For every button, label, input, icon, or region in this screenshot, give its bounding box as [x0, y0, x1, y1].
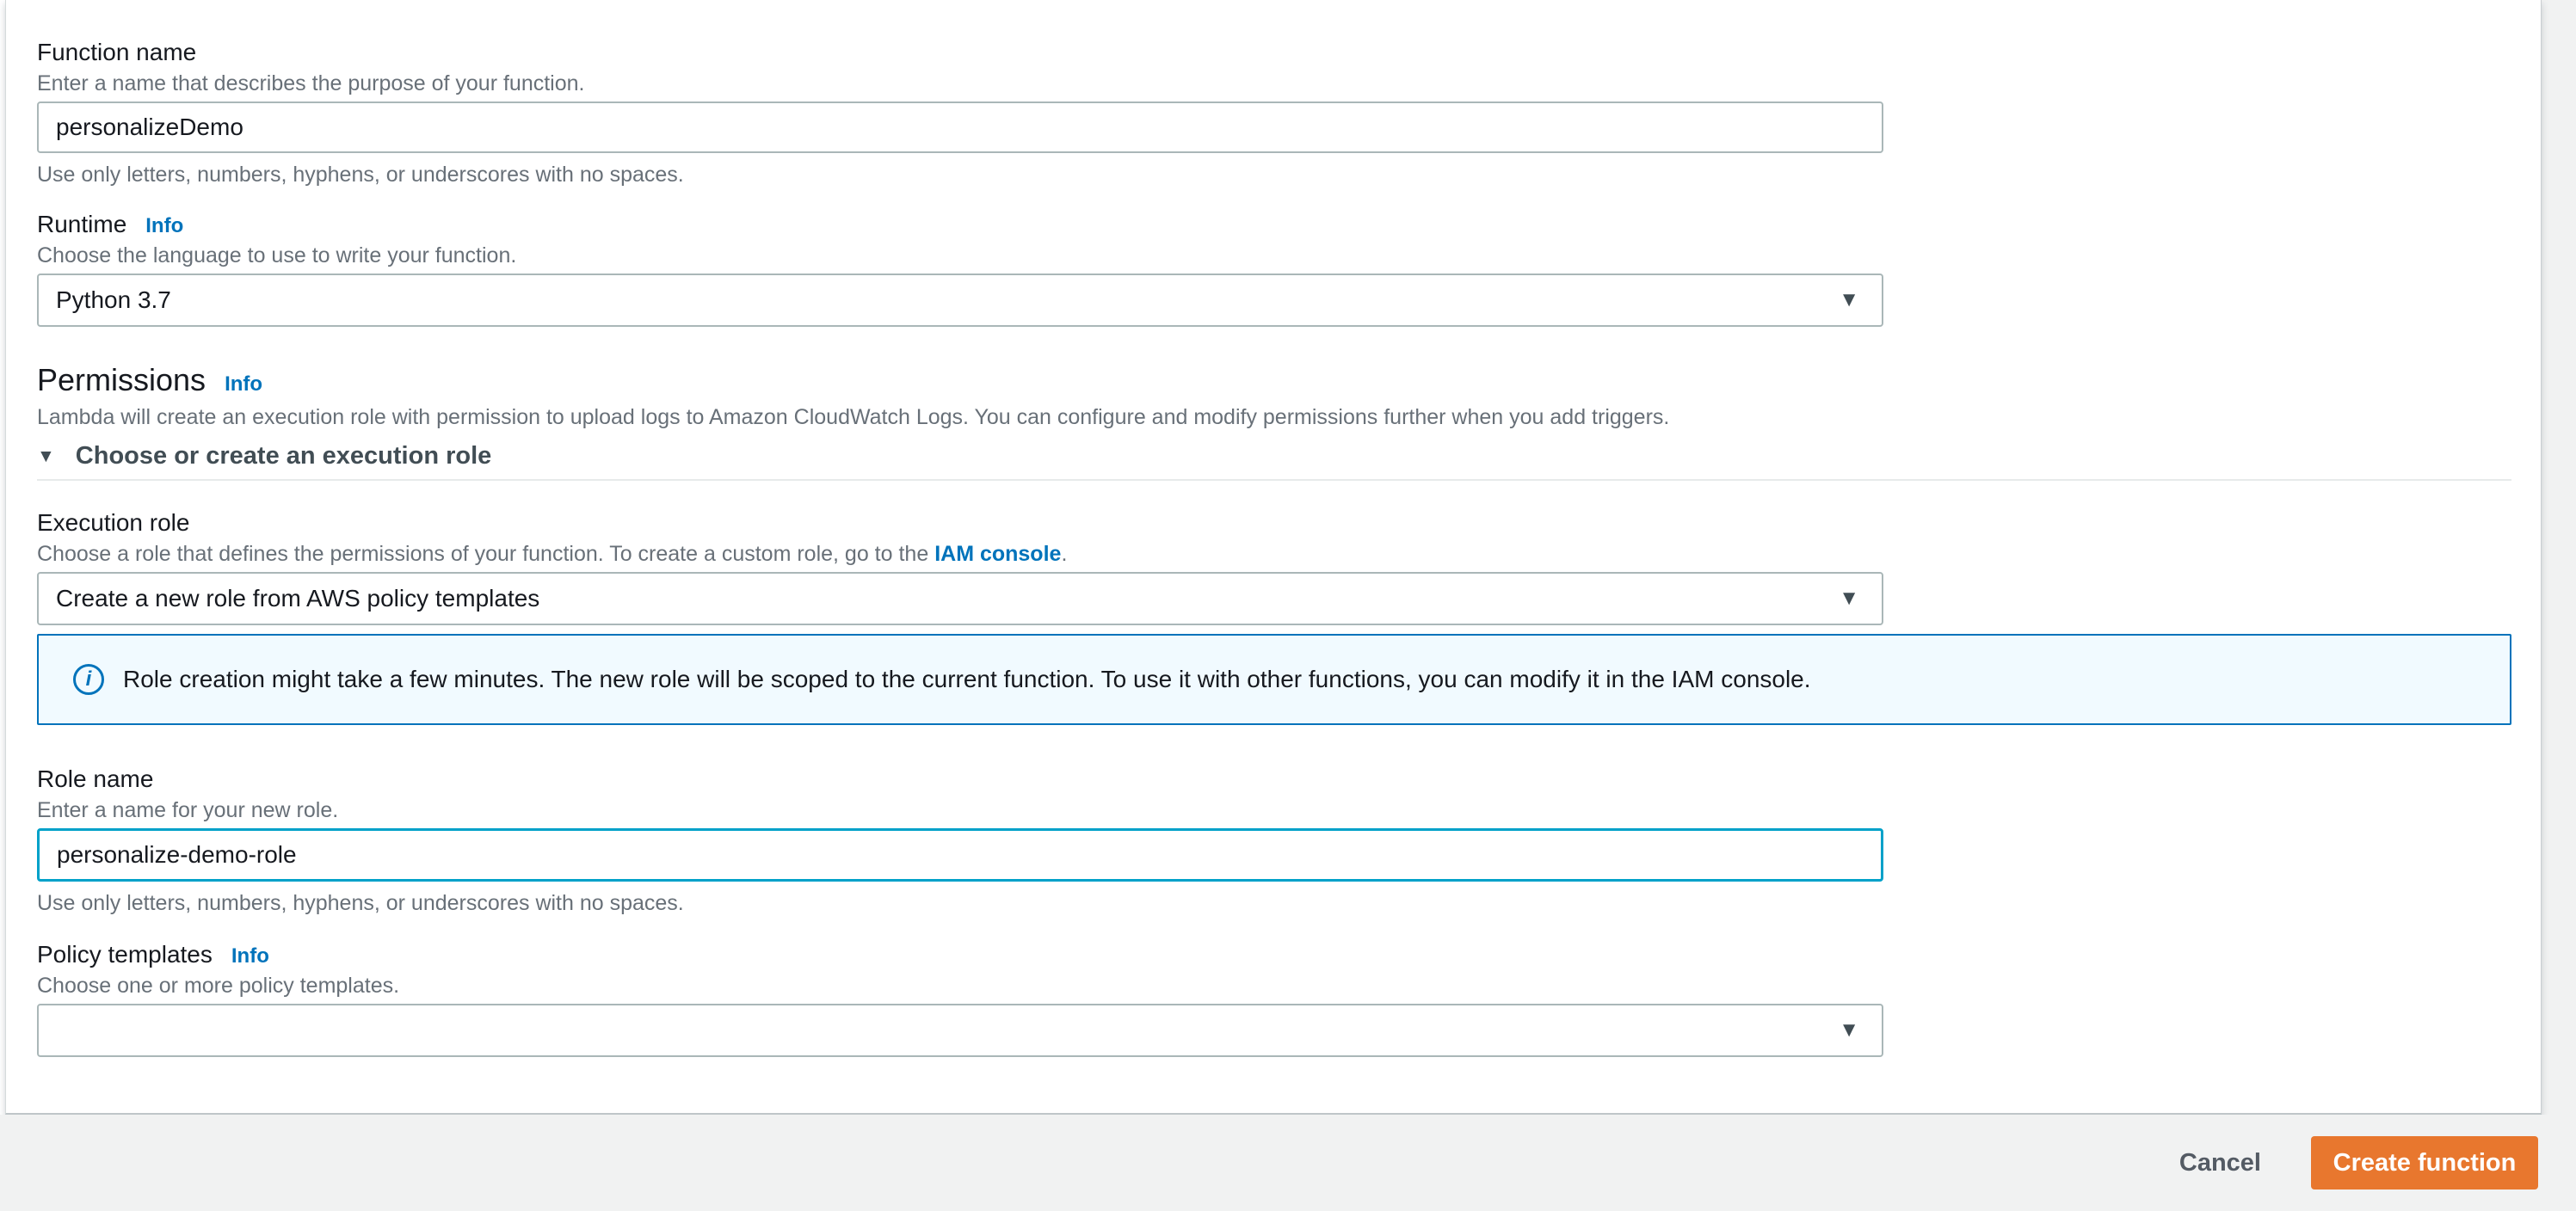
function-name-description: Enter a name that describes the purpose … — [37, 71, 585, 95]
role-name-input[interactable] — [37, 828, 1883, 882]
runtime-info-link[interactable]: Info — [145, 214, 183, 238]
permissions-heading: Permissions — [37, 362, 206, 397]
function-name-field: Function name Enter a name that describe… — [37, 38, 2541, 187]
execution-role-description-period: . — [1061, 542, 1068, 566]
runtime-label: Runtime — [37, 211, 127, 237]
execution-role-expander[interactable]: ▼ Choose or create an execution role — [37, 442, 2541, 470]
chevron-down-icon: ▼ — [1839, 1018, 1859, 1042]
chevron-down-icon: ▼ — [1839, 288, 1859, 311]
policy-templates-select[interactable]: ▼ — [37, 1004, 1883, 1057]
policy-templates-label: Policy templates — [37, 941, 213, 968]
execution-role-select-value: Create a new role from AWS policy templa… — [56, 585, 540, 612]
chevron-down-icon: ▼ — [1839, 587, 1859, 610]
execution-role-select[interactable]: Create a new role from AWS policy templa… — [37, 572, 1883, 625]
triangle-down-icon: ▼ — [37, 446, 55, 466]
section-divider — [37, 479, 2511, 481]
role-creation-alert-text: Role creation might take a few minutes. … — [123, 666, 1811, 692]
execution-role-description-text: Choose a role that defines the permissio… — [37, 542, 935, 566]
function-name-label: Function name — [37, 39, 197, 65]
create-function-button[interactable]: Create function — [2311, 1136, 2538, 1189]
execution-role-description: Choose a role that defines the permissio… — [37, 541, 2541, 567]
policy-templates-info-link[interactable]: Info — [231, 944, 269, 968]
policy-templates-description: Choose one or more policy templates. — [37, 974, 400, 998]
permissions-section-header: Permissions Info — [37, 361, 2541, 399]
permissions-description: Lambda will create an execution role wit… — [37, 405, 1670, 429]
function-name-input[interactable] — [37, 101, 1883, 153]
role-name-constraint: Use only letters, numbers, hyphens, or u… — [37, 891, 684, 915]
runtime-select[interactable]: Python 3.7 ▼ — [37, 274, 1883, 327]
runtime-select-value: Python 3.7 — [56, 286, 171, 313]
cancel-button[interactable]: Cancel — [2179, 1149, 2261, 1177]
role-creation-info-alert: i Role creation might take a few minutes… — [37, 634, 2511, 725]
role-name-description: Enter a name for your new role. — [37, 798, 339, 822]
execution-role-label: Execution role — [37, 509, 190, 536]
function-name-constraint: Use only letters, numbers, hyphens, or u… — [37, 163, 684, 187]
form-action-footer: Cancel Create function — [0, 1115, 2576, 1211]
iam-console-link[interactable]: IAM console — [934, 542, 1061, 566]
create-function-form-panel: Function name Enter a name that describe… — [5, 0, 2542, 1115]
info-circle-icon: i — [73, 664, 104, 695]
permissions-info-link[interactable]: Info — [225, 372, 262, 396]
runtime-description: Choose the language to use to write your… — [37, 243, 517, 267]
policy-templates-field: Policy templates Info Choose one or more… — [37, 940, 2541, 1057]
runtime-field: Runtime Info Choose the language to use … — [37, 210, 2541, 327]
role-name-label: Role name — [37, 765, 154, 792]
expander-label: Choose or create an execution role — [75, 442, 492, 470]
role-name-field: Role name Enter a name for your new role… — [37, 765, 2541, 916]
execution-role-field: Execution role Choose a role that define… — [37, 508, 2541, 625]
